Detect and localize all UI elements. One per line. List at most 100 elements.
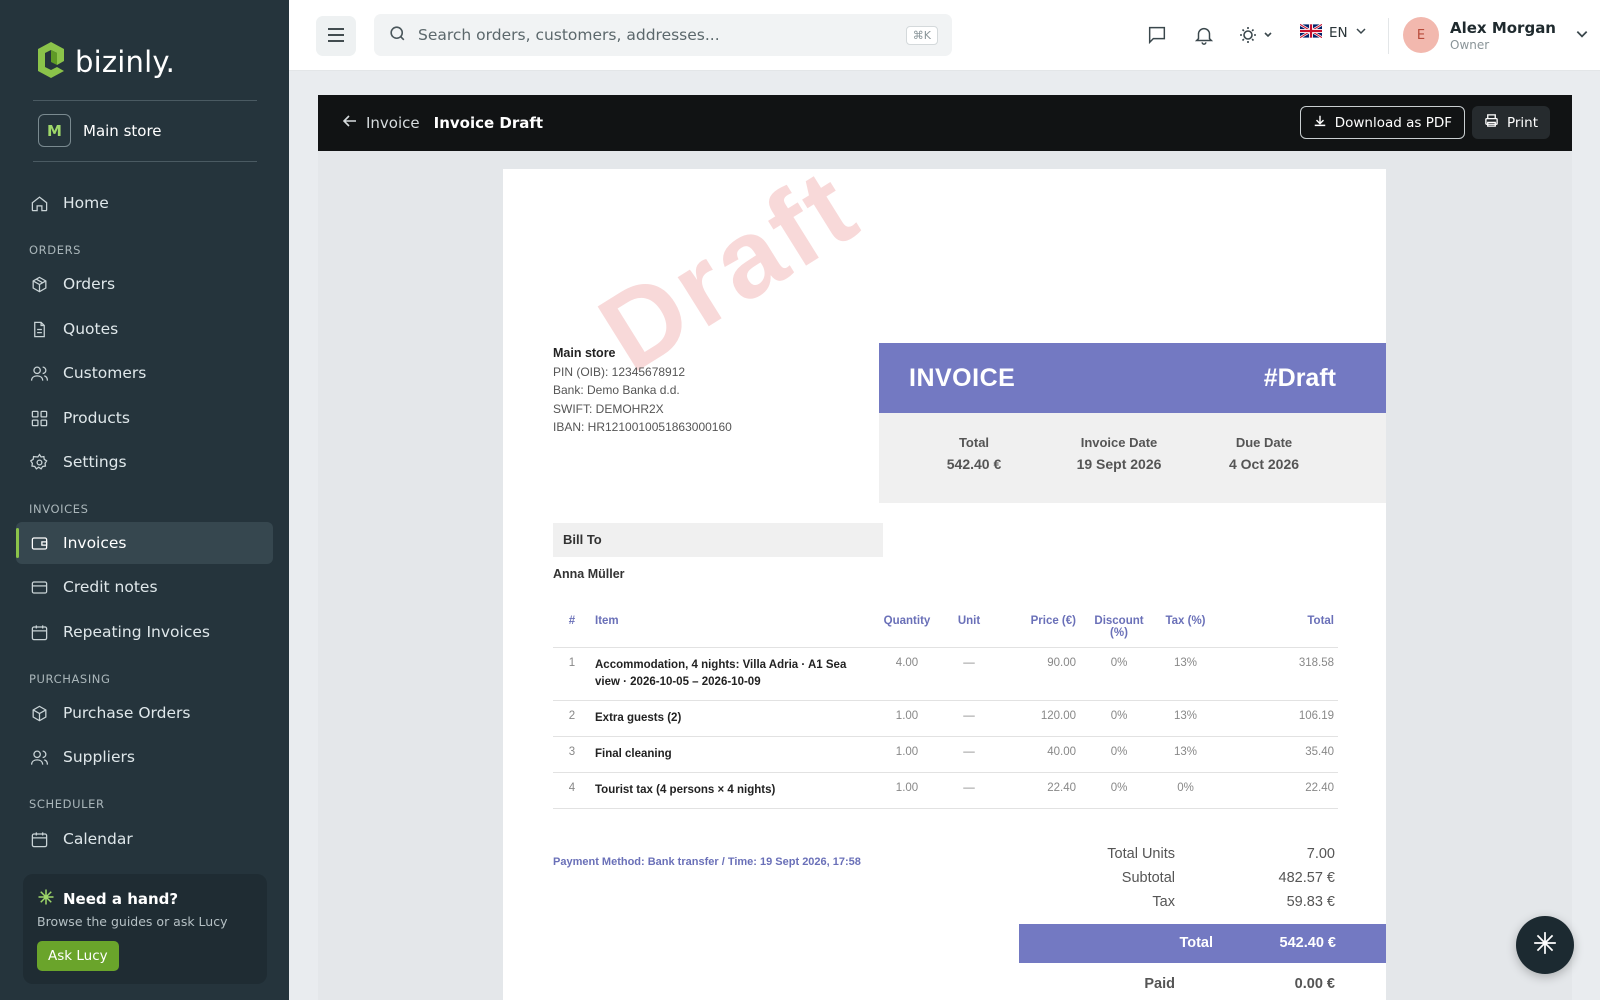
arrow-left-icon xyxy=(342,113,358,133)
sparkle-icon xyxy=(1532,930,1558,960)
nav-repeating-invoices[interactable]: Repeating Invoices xyxy=(16,611,273,653)
grand-total-label: Total xyxy=(1179,935,1213,951)
calendar-icon xyxy=(29,829,49,849)
row-item: Tourist tax (4 persons × 4 nights) xyxy=(591,772,876,809)
search-shortcut: ⌘K xyxy=(905,25,938,45)
wallet-icon xyxy=(29,533,49,553)
row-total: 318.58 xyxy=(1213,647,1338,701)
row-qty: 1.00 xyxy=(876,772,938,809)
subtotal-value: 482.57 € xyxy=(1278,870,1335,886)
divider xyxy=(33,161,257,162)
seller-iban: IBAN: HR1210010051863000160 xyxy=(553,420,732,434)
total-units-label: Total Units xyxy=(1107,846,1175,862)
table-header-row: # Item Quantity Unit Price (€) Discount … xyxy=(553,609,1338,648)
nav-products[interactable]: Products xyxy=(16,397,273,439)
print-button[interactable]: Print xyxy=(1471,106,1550,139)
meta-total-value: 542.40 € xyxy=(946,456,1002,472)
theme-toggle[interactable] xyxy=(1237,24,1277,46)
uk-flag-icon xyxy=(1299,23,1323,42)
ask-lucy-button[interactable]: Ask Lucy xyxy=(37,941,119,971)
row-price: 22.40 xyxy=(1000,772,1080,809)
logo-mark-icon xyxy=(36,40,66,84)
store-switcher[interactable]: M Main store xyxy=(38,114,162,147)
invoice-number: #Draft xyxy=(1263,363,1336,392)
download-label: Download as PDF xyxy=(1334,114,1452,131)
divider xyxy=(33,100,257,101)
download-pdf-button[interactable]: Download as PDF xyxy=(1299,106,1465,139)
meta-total-label: Total xyxy=(958,435,990,450)
col-discount: Discount (%) xyxy=(1080,609,1158,648)
language-selector[interactable]: EN xyxy=(1299,23,1367,42)
row-discount: 0% xyxy=(1080,647,1158,701)
row-num: 3 xyxy=(553,736,591,773)
back-link[interactable]: Invoice xyxy=(342,113,420,133)
nav-customers[interactable]: Customers xyxy=(16,352,273,394)
store-name: Main store xyxy=(83,121,162,140)
search-icon xyxy=(388,24,407,47)
bell-icon[interactable] xyxy=(1193,24,1215,46)
col-qty: Quantity xyxy=(876,609,938,648)
messages-icon[interactable] xyxy=(1146,24,1168,46)
brand-logo[interactable]: bizinly. xyxy=(36,42,175,82)
nav-quotes-label: Quotes xyxy=(63,320,119,338)
nav-orders[interactable]: Orders xyxy=(16,263,273,305)
page-title: Invoice Draft xyxy=(433,114,544,132)
seller-details: Main store PIN (OIB): 12345678912 Bank: … xyxy=(553,344,732,437)
avatar: E xyxy=(1403,17,1439,53)
customer-name: Anna Müller xyxy=(553,567,625,581)
row-tax: 0% xyxy=(1158,772,1213,809)
nav-suppliers[interactable]: Suppliers xyxy=(16,736,273,778)
home-icon xyxy=(29,193,49,213)
language-code: EN xyxy=(1329,25,1348,41)
user-menu[interactable]: E Alex Morgan Owner xyxy=(1403,17,1589,53)
row-discount: 0% xyxy=(1080,736,1158,773)
paid-row: Paid 0.00 € xyxy=(1063,976,1335,992)
section-orders: ORDERS xyxy=(29,243,82,257)
grand-total-value: 542.40 € xyxy=(1279,935,1336,951)
search-input[interactable]: Search orders, customers, addresses... xyxy=(418,26,895,44)
row-total: 35.40 xyxy=(1213,736,1338,773)
row-qty: 4.00 xyxy=(876,647,938,701)
assistant-button[interactable] xyxy=(1516,916,1574,974)
nav-suppliers-label: Suppliers xyxy=(63,748,135,766)
row-unit: — xyxy=(938,700,1000,737)
user-name: Alex Morgan xyxy=(1450,18,1556,37)
divider xyxy=(1388,18,1389,54)
row-unit: — xyxy=(938,647,1000,701)
nav-home[interactable]: Home xyxy=(16,182,273,224)
sidebar: bizinly. M Main store Home ORDERS Orders… xyxy=(0,0,289,1000)
nav-quotes[interactable]: Quotes xyxy=(16,308,273,350)
totals-summary: Total Units 7.00 Subtotal 482.57 € Tax 5… xyxy=(1063,846,1335,918)
bill-to-label: Bill To xyxy=(553,523,883,557)
grid-icon xyxy=(29,408,49,428)
menu-toggle-button[interactable] xyxy=(316,16,356,56)
back-label: Invoice xyxy=(366,114,420,132)
col-total: Total xyxy=(1213,609,1338,648)
chevron-down-icon xyxy=(1355,25,1367,41)
nav-calendar-label: Calendar xyxy=(63,830,133,848)
nav-credit-notes[interactable]: Credit notes xyxy=(16,566,273,608)
row-price: 120.00 xyxy=(1000,700,1080,737)
nav-settings[interactable]: Settings xyxy=(16,441,273,483)
sparkle-icon xyxy=(37,888,55,910)
table-row: 3 Final cleaning 1.00 — 40.00 0% 13% 35.… xyxy=(553,736,1338,773)
payment-info: Payment Method: Bank transfer / Time: 19… xyxy=(553,856,861,868)
package-icon xyxy=(29,274,49,294)
invoice-heading: INVOICE xyxy=(909,363,1016,392)
brand-name: bizinly. xyxy=(75,45,176,79)
tax-label: Tax xyxy=(1152,894,1175,910)
store-avatar: M xyxy=(38,114,71,147)
credit-card-icon xyxy=(29,577,49,597)
nav-repeating-label: Repeating Invoices xyxy=(63,623,210,641)
nav-purchase-orders[interactable]: Purchase Orders xyxy=(16,692,273,734)
row-item: Extra guests (2) xyxy=(591,700,876,737)
row-discount: 0% xyxy=(1080,772,1158,809)
nav-purchase-orders-label: Purchase Orders xyxy=(63,704,191,722)
section-purchasing: PURCHASING xyxy=(29,672,111,686)
seller-swift: SWIFT: DEMOHR2X xyxy=(553,401,664,416)
nav-calendar[interactable]: Calendar xyxy=(16,818,273,860)
nav-invoices[interactable]: Invoices xyxy=(16,522,273,564)
nav-credit-notes-label: Credit notes xyxy=(63,578,158,596)
search-bar[interactable]: Search orders, customers, addresses... ⌘… xyxy=(374,14,952,56)
section-invoices: INVOICES xyxy=(29,502,89,516)
